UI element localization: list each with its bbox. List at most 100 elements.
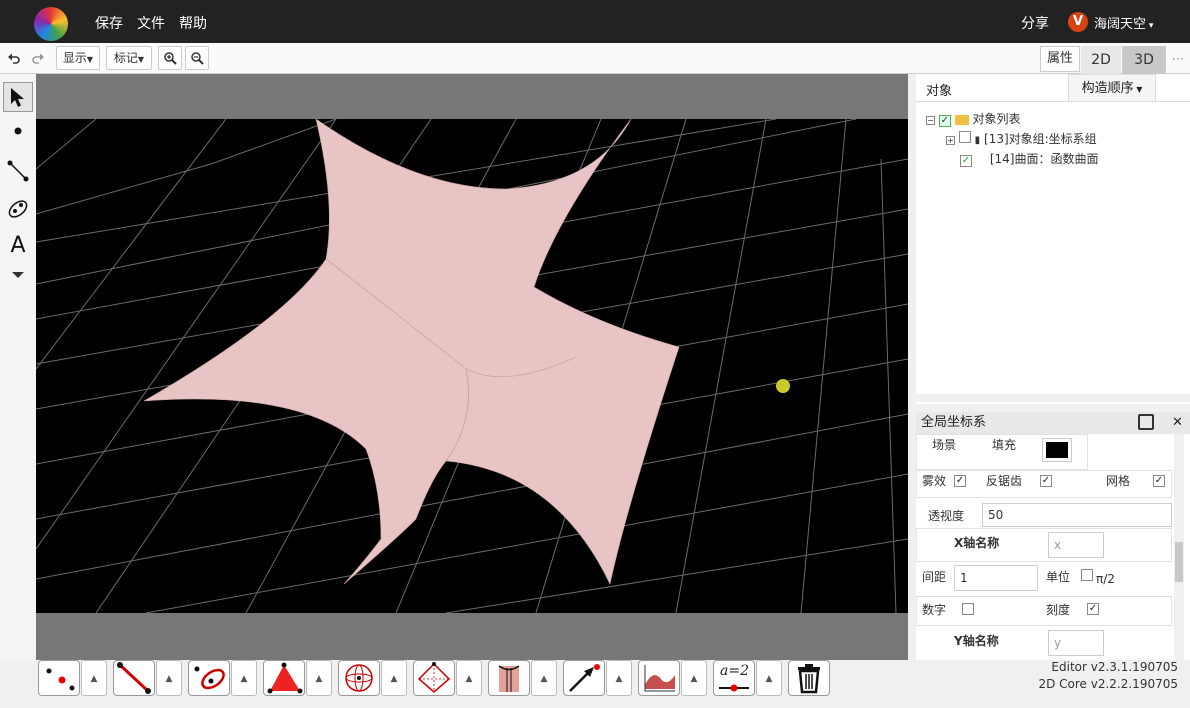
top-bar: 保存 文件 帮助 分享 V 海阔天空 ▾ <box>0 0 1190 43</box>
tab-properties[interactable]: 属性 <box>1040 46 1080 72</box>
mark-label: 标记 <box>113 51 138 65</box>
y-axis-name-input[interactable]: y <box>1048 630 1104 656</box>
slider-tool-icon <box>719 684 749 692</box>
tab-3d[interactable]: 3D <box>1122 46 1166 74</box>
main-toolbar: 显示▼ 标记▼ 属性 2D 3D ⋯ <box>0 43 1190 74</box>
vertical-scrollbar[interactable] <box>1174 434 1184 660</box>
undo-button[interactable] <box>4 46 24 70</box>
x-axis-name-label: X轴名称 <box>954 536 1000 550</box>
surface-tool-button[interactable] <box>488 660 530 696</box>
ticks-checkbox[interactable]: ✓ <box>1087 603 1099 615</box>
circle-tool-more[interactable]: ▲ <box>231 660 257 696</box>
chevron-down-icon: ▾ <box>1146 21 1154 31</box>
unit-checkbox[interactable] <box>1081 569 1093 581</box>
close-icon[interactable]: ✕ <box>1172 412 1183 434</box>
app-logo <box>34 7 68 41</box>
surface-tool-icon <box>498 665 520 692</box>
delete-button[interactable] <box>788 660 830 696</box>
antialias-checkbox[interactable]: ✓ <box>1040 475 1052 487</box>
surface-tool-more[interactable]: ▲ <box>531 660 557 696</box>
object-panel-title: 对象 <box>926 84 953 99</box>
popout-icon[interactable] <box>1138 414 1154 430</box>
group-checkbox[interactable] <box>958 131 971 143</box>
caret-down-icon: ▼ <box>137 55 145 64</box>
3d-canvas[interactable] <box>36 74 908 660</box>
horizontal-scrollbar[interactable] <box>916 394 1190 402</box>
left-toolbar: A <box>0 74 36 660</box>
select-tool[interactable] <box>3 82 33 112</box>
user-name: 海阔天空 <box>1094 17 1147 32</box>
vector-tool-more[interactable]: ▲ <box>606 660 632 696</box>
zoom-out-button[interactable] <box>185 46 209 70</box>
sphere-tool-button[interactable] <box>338 660 380 696</box>
segment-tool[interactable] <box>3 156 33 186</box>
order-dropdown[interactable]: 构造顺序 ▼ <box>1068 74 1156 102</box>
fog-label: 雾效 <box>922 474 947 488</box>
collapse-icon[interactable]: − <box>926 116 935 125</box>
scrollbar-thumb[interactable] <box>1175 542 1183 582</box>
properties-title: 全局坐标系 <box>921 415 987 430</box>
more-options-icon[interactable]: ⋯ <box>1168 46 1188 74</box>
grid-checkbox[interactable]: ✓ <box>1153 475 1165 487</box>
caret-down-icon: ▼ <box>1133 85 1143 94</box>
conic-tool[interactable] <box>3 194 33 224</box>
3d-viewport[interactable] <box>36 119 908 613</box>
object-panel-header: 对象 构造顺序 ▼ <box>916 74 1190 102</box>
vector-tool-icon <box>569 664 600 692</box>
menu-help[interactable]: 帮助 <box>179 13 207 33</box>
display-menu[interactable]: 显示▼ <box>56 46 100 70</box>
fill-color-swatch[interactable] <box>1042 438 1072 462</box>
point-tool[interactable] <box>3 116 33 146</box>
menu-save[interactable]: 保存 <box>95 13 123 33</box>
tree-item-surface[interactable]: ✓ [14]曲面：函数曲面 <box>960 150 1098 167</box>
more-tools-button[interactable] <box>3 260 33 290</box>
perspective-input[interactable]: 50 <box>982 503 1172 527</box>
numbers-checkbox[interactable] <box>962 603 974 615</box>
polyhedron-tool-more[interactable]: ▲ <box>456 660 482 696</box>
unit-pi-label: π/2 <box>1096 572 1115 586</box>
polygon-tool-more[interactable]: ▲ <box>306 660 332 696</box>
root-checkbox[interactable]: ✓ <box>938 115 951 127</box>
sphere-tool-more[interactable]: ▲ <box>381 660 407 696</box>
trash-icon <box>798 664 820 694</box>
properties-panel: 全局坐标系 ✕ 场景 填充 雾效 ✓ 反锯齿 ✓ 网格 ✓ 透视度 50 X轴名… <box>916 412 1190 660</box>
user-menu[interactable]: 海阔天空 ▾ <box>1094 13 1153 32</box>
zoom-in-button[interactable] <box>158 46 182 70</box>
function-surface-tool-more[interactable]: ▲ <box>681 660 707 696</box>
polyhedron-tool-button[interactable] <box>413 660 455 696</box>
marker-point[interactable] <box>776 379 790 393</box>
fill-color <box>1046 442 1068 458</box>
redo-button[interactable] <box>28 46 48 70</box>
unit-label: 单位 <box>1046 570 1071 584</box>
slider-tool-more[interactable]: ▲ <box>756 660 782 696</box>
mark-menu[interactable]: 标记▼ <box>106 46 152 70</box>
properties-header: 全局坐标系 ✕ <box>916 412 1190 434</box>
surface-checkbox[interactable]: ✓ <box>960 155 972 167</box>
tree-root[interactable]: − ✓ 对象列表 <box>926 110 1021 127</box>
x-axis-name-input[interactable]: x <box>1048 532 1104 558</box>
slider-tool-button[interactable]: a=2 <box>713 660 755 696</box>
polygon-tool-button[interactable] <box>263 660 305 696</box>
share-button[interactable]: 分享 <box>1021 13 1049 33</box>
display-label: 显示 <box>62 51 87 65</box>
function-surface-tool-button[interactable] <box>638 660 680 696</box>
y-axis-name-label: Y轴名称 <box>954 634 999 648</box>
zoom-in-icon <box>164 52 177 65</box>
circle-tool-button[interactable] <box>188 660 230 696</box>
menu-file[interactable]: 文件 <box>137 13 165 33</box>
bottom-toolbar: ▲ ▲ ▲ ▲ ▲ ▲ ▲ ▲ ▲ a=2 ▲ Editor v2.3.1.19… <box>0 660 1190 708</box>
tree-item-group[interactable]: + ▮ [13]对象组:坐标系组 <box>946 130 1097 147</box>
circle-tool-icon <box>194 666 225 690</box>
point-tool-more[interactable]: ▲ <box>81 660 107 696</box>
tab-2d[interactable]: 2D <box>1081 46 1121 74</box>
expand-icon[interactable]: + <box>946 136 955 145</box>
line-tool-more[interactable]: ▲ <box>156 660 182 696</box>
spacing-input[interactable]: 1 <box>954 565 1038 591</box>
text-tool[interactable]: A <box>3 230 33 260</box>
folder-icon <box>954 114 969 125</box>
point-tool-button[interactable] <box>38 660 80 696</box>
fog-checkbox[interactable]: ✓ <box>954 475 966 487</box>
line-tool-button[interactable] <box>113 660 155 696</box>
tree-root-label: 对象列表 <box>972 112 1021 126</box>
vector-tool-button[interactable] <box>563 660 605 696</box>
